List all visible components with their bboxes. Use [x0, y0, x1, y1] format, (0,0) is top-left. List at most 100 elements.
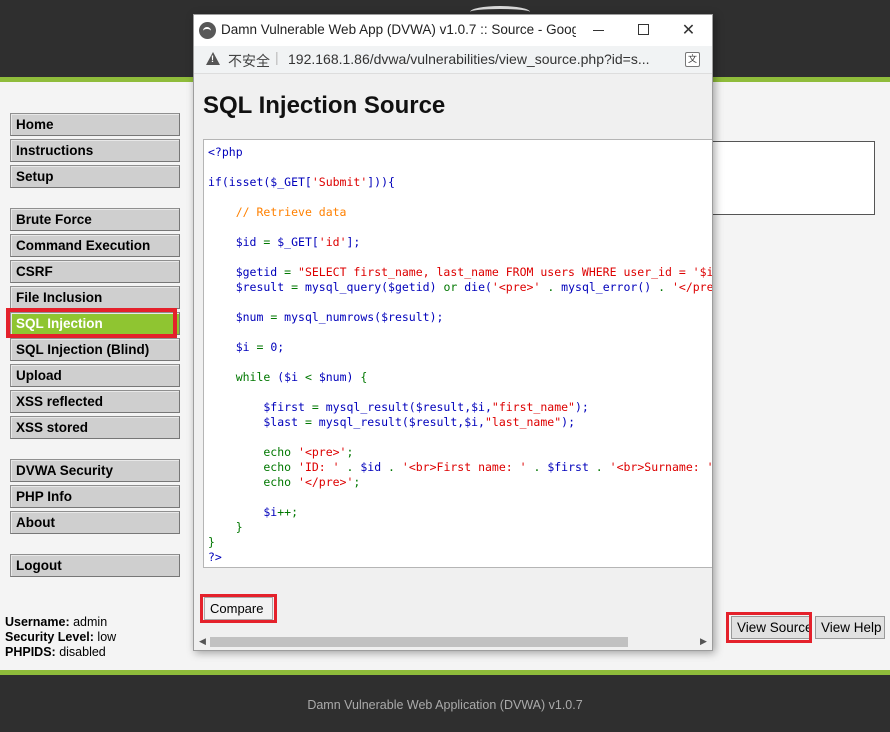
code-token: $i: [208, 340, 257, 354]
code-token: .: [595, 460, 610, 474]
footer: Damn Vulnerable Web Application (DVWA) v…: [0, 675, 890, 732]
scroll-left-arrow-icon[interactable]: ◀: [199, 636, 206, 647]
code-token: =: [256, 340, 271, 354]
code-token: =: [263, 235, 278, 249]
view-help-button[interactable]: View Help: [815, 616, 885, 639]
code-token: ($i: [277, 370, 305, 384]
code-token: '<br>Surname: ': [609, 460, 713, 474]
menu-xss-stored[interactable]: XSS stored: [10, 416, 180, 439]
minimize-button[interactable]: [576, 17, 621, 44]
code-token: or: [443, 280, 465, 294]
scroll-right-arrow-icon[interactable]: ▶: [700, 636, 707, 647]
url-text[interactable]: 192.168.1.86/dvwa/vulnerabilities/view_s…: [288, 51, 673, 67]
code-token: echo: [208, 475, 299, 489]
menu-sql-injection[interactable]: SQL Injection: [10, 312, 180, 335]
code-token: .: [658, 280, 672, 294]
menu-command-execution[interactable]: Command Execution: [10, 234, 180, 257]
source-code: <?php if(isset($_GET['Submit'])){ // Retr…: [208, 145, 713, 565]
code-token: );: [574, 400, 589, 414]
code-token: .: [547, 280, 562, 294]
code-line: $last = mysql_result($result,$i,"last_na…: [208, 415, 712, 430]
main-menu: Home Instructions Setup Brute Force Command …: [10, 113, 180, 580]
code-token: "last_name": [484, 415, 562, 429]
code-token: =: [291, 280, 305, 294]
view-source-button[interactable]: View Source: [731, 616, 813, 639]
warning-icon[interactable]: [206, 52, 220, 65]
menu-home[interactable]: Home: [10, 113, 180, 136]
horizontal-scrollbar[interactable]: ◀ ▶: [195, 633, 711, 650]
code-token: }: [208, 535, 215, 549]
code-line: echo '<pre>';: [208, 445, 712, 460]
phpids-value: disabled: [59, 645, 106, 659]
menu-csrf[interactable]: CSRF: [10, 260, 180, 283]
insecure-label[interactable]: 不安全: [228, 51, 270, 71]
dvwa-favicon-icon: [199, 22, 216, 39]
menu-sql-injection-blind[interactable]: SQL Injection (Blind): [10, 338, 180, 361]
code-token: if(isset($_GET[: [208, 175, 312, 189]
menu-xss-reflected[interactable]: XSS reflected: [10, 390, 180, 413]
menu-dvwa-security[interactable]: DVWA Security: [10, 459, 180, 482]
menu-php-info[interactable]: PHP Info: [10, 485, 180, 508]
code-token: while: [208, 370, 278, 384]
menu-logout[interactable]: Logout: [10, 554, 180, 577]
minimize-icon: [593, 29, 604, 31]
code-token: $getid: [208, 265, 285, 279]
code-token: $first: [547, 460, 596, 474]
code-token: .: [533, 460, 548, 474]
code-token: }: [208, 520, 243, 534]
code-token: '<pre>': [298, 445, 347, 459]
code-token: '</pre>': [298, 475, 354, 489]
code-token: mysql_query($getid): [304, 280, 444, 294]
maximize-button[interactable]: [621, 17, 666, 44]
menu-upload[interactable]: Upload: [10, 364, 180, 387]
code-line: $id = $_GET['id'];: [208, 235, 712, 250]
code-line: ?>: [208, 550, 712, 565]
menu-setup[interactable]: Setup: [10, 165, 180, 188]
compare-button[interactable]: Compare: [204, 597, 273, 620]
code-token: // Retrieve data: [235, 205, 347, 219]
code-token: );: [561, 415, 575, 429]
code-line: echo 'ID: ' . $id . '<br>First name: ' .…: [208, 460, 713, 475]
code-token: =: [284, 265, 299, 279]
code-line: // Retrieve data: [208, 205, 712, 220]
source-popup-window: Damn Vulnerable Web App (DVWA) v1.0.7 ::…: [193, 14, 713, 651]
code-token: "first_name": [491, 400, 575, 414]
address-bar: 不安全 | 192.168.1.86/dvwa/vulnerabilities/…: [194, 46, 712, 74]
code-line: $getid = "SELECT first_name, last_name F…: [208, 265, 712, 280]
code-token: ++;: [277, 505, 299, 519]
code-line: echo '</pre>';: [208, 475, 712, 490]
menu-spacer: [10, 442, 180, 459]
code-token: $i: [208, 505, 278, 519]
code-line: $i++;: [208, 505, 712, 520]
code-line: $i = 0;: [208, 340, 712, 355]
close-button[interactable]: ✕: [666, 17, 711, 44]
code-token: '<br>First name: ': [401, 460, 534, 474]
code-token: ;: [346, 445, 354, 459]
menu-spacer: [10, 537, 180, 554]
code-line: }: [208, 535, 712, 550]
code-line: <?php: [208, 145, 712, 160]
code-line: $num = mysql_numrows($result);: [208, 310, 712, 325]
window-titlebar[interactable]: Damn Vulnerable Web App (DVWA) v1.0.7 ::…: [194, 15, 712, 46]
menu-about[interactable]: About: [10, 511, 180, 534]
code-token: .: [388, 460, 402, 474]
code-token: ;: [353, 475, 361, 489]
username-row: Username: admin: [5, 615, 116, 630]
code-token: $num): [318, 370, 361, 384]
scrollbar-thumb[interactable]: [210, 637, 628, 647]
menu-file-inclusion[interactable]: File Inclusion: [10, 286, 180, 309]
username-value: admin: [73, 615, 108, 629]
code-token: {: [360, 370, 368, 384]
menu-instructions[interactable]: Instructions: [10, 139, 180, 162]
code-token: =: [270, 310, 285, 324]
translate-icon[interactable]: 文: [685, 52, 700, 67]
code-token: mysql_numrows($result);: [284, 310, 444, 324]
code-token: =: [311, 400, 326, 414]
username-label: Username:: [5, 615, 70, 629]
phpids-label: PHPIDS:: [5, 645, 56, 659]
menu-brute-force[interactable]: Brute Force: [10, 208, 180, 231]
